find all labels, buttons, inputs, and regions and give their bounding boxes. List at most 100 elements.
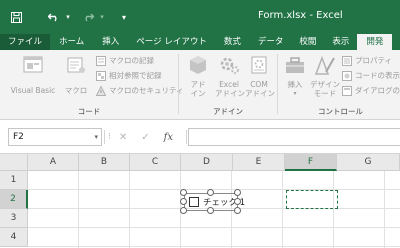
design-mode-icon [314, 55, 335, 75]
com-addin-label-line1: COM [250, 80, 268, 89]
resize-handle-right[interactable] [234, 198, 241, 205]
run-dialog-icon [342, 85, 352, 96]
tab-view[interactable]: 表示 [324, 34, 357, 50]
title-bar: ▾ ▾ ▾ Form.xlsx - Excel [0, 0, 400, 34]
view-code-button[interactable]: コードの表示 [342, 69, 400, 82]
save-icon [10, 11, 22, 23]
tab-developer[interactable]: 開発 [357, 34, 393, 50]
row-header-2[interactable]: 2 [0, 190, 28, 209]
save-button[interactable] [6, 7, 26, 27]
resize-handle-top-left[interactable] [180, 189, 187, 196]
redo-button[interactable] [78, 7, 98, 27]
formula-input[interactable] [188, 128, 400, 146]
column-header-g[interactable]: G [337, 154, 400, 171]
undo-button[interactable] [44, 7, 64, 27]
design-mode-label-line1: デザイン [310, 80, 340, 89]
group-code-label: コード [77, 107, 101, 116]
relative-reference-button[interactable]: 相対参照で記録 [96, 69, 162, 82]
excel-addin-label-line2: アドイン [215, 89, 245, 98]
column-header-e[interactable]: E [233, 154, 285, 171]
undo-icon [48, 13, 57, 22]
column-header-d[interactable]: D [181, 154, 233, 171]
excel-addin-button[interactable]: Excel アドイン [215, 54, 245, 98]
run-dialog-label: ダイアログの実 [355, 86, 400, 95]
tab-file[interactable]: ファイル [0, 34, 51, 50]
properties-button[interactable]: プロパティ [342, 54, 392, 67]
formula-more-icon: ⁝ [108, 132, 111, 142]
relative-reference-icon [96, 70, 106, 81]
tab-formulas[interactable]: 数式 [215, 34, 250, 50]
tab-review[interactable]: 校閲 [291, 34, 324, 50]
column-header-c[interactable]: C [130, 154, 181, 171]
record-macro-label: マクロの記録 [109, 56, 154, 65]
design-mode-label-line2: モード [313, 89, 337, 98]
record-macro-button[interactable]: マクロの記録 [96, 54, 154, 67]
warning-icon [96, 85, 106, 96]
macro-button[interactable]: マクロ [62, 54, 90, 95]
quick-access-toolbar: ▾ ▾ ▾ [0, 0, 134, 34]
row-header-3[interactable]: 3 [0, 209, 28, 228]
record-macro-icon [96, 55, 106, 66]
checkbox-square[interactable] [189, 197, 199, 207]
com-addin-button[interactable]: COM アドイン [245, 54, 275, 98]
insert-control-button[interactable]: 挿入 ▾ [282, 54, 308, 98]
visual-basic-label: Visual Basic [10, 86, 56, 95]
group-code: Visual Basic マクロ マクロの記録 相対参照で記録 マクロのセキュリ… [0, 50, 184, 120]
redo-icon [85, 13, 94, 22]
com-addin-label-line2: アドイン [245, 89, 275, 98]
tab-page-layout[interactable]: ページ レイアウト [128, 34, 215, 50]
name-box[interactable]: F2 ▾ [8, 128, 102, 146]
formula-bar-separator [104, 130, 105, 144]
tab-home[interactable]: ホーム [50, 34, 93, 50]
resize-handle-bottom[interactable] [207, 207, 214, 214]
design-mode-button[interactable]: デザイン モード [310, 54, 340, 98]
run-dialog-button[interactable]: ダイアログの実 [342, 84, 400, 97]
resize-handle-bottom-left[interactable] [180, 207, 187, 214]
undo-dropdown-icon[interactable]: ▾ [64, 7, 72, 27]
addin-label-line1: アド [190, 80, 206, 89]
view-code-icon [342, 70, 352, 81]
addin-label-line2: イン [190, 89, 206, 98]
insert-control-label: 挿入 [287, 80, 303, 89]
formula-buttons: ⁝ ✕ ✓ fx [106, 128, 173, 146]
view-code-label: コードの表示 [355, 71, 400, 80]
toolbox-icon [286, 57, 304, 73]
tab-insert[interactable]: 挿入 [93, 34, 128, 50]
window-title: Form.xlsx - Excel [258, 10, 343, 21]
tab-data[interactable]: データ [250, 34, 292, 50]
resize-handle-bottom-right[interactable] [234, 207, 241, 214]
column-header-a[interactable]: A [28, 154, 79, 171]
excel-addin-label-line1: Excel [219, 80, 239, 89]
visual-basic-button[interactable]: Visual Basic [10, 54, 56, 95]
resize-handle-top[interactable] [207, 189, 214, 196]
group-addins: アド イン Excel アドイン COM アドイン アドイン [179, 50, 277, 120]
ribbon-tabs: ファイル ホーム 挿入 ページ レイアウト 数式 データ 校閲 表示 開発 [0, 34, 400, 50]
relative-reference-label: 相対参照で記録 [109, 71, 162, 80]
addin-icon [190, 56, 206, 74]
cancel-icon[interactable]: ✕ [119, 132, 127, 143]
column-header-b[interactable]: B [79, 154, 130, 171]
group-controls: 挿入 ▾ デザイン モード プロパティ コードの表示 ダイアログの実 コントロー… [278, 50, 400, 120]
macro-label: マクロ [64, 86, 88, 95]
macro-security-button[interactable]: マクロのセキュリティ [96, 84, 184, 97]
macro-security-label: マクロのセキュリティ [109, 86, 184, 95]
row-header-1[interactable]: 1 [0, 171, 28, 190]
enter-icon[interactable]: ✓ [141, 132, 149, 143]
addin-button[interactable]: アド イン [185, 54, 211, 98]
redo-dropdown-icon[interactable]: ▾ [98, 7, 106, 27]
insert-control-dropdown-icon: ▾ [293, 90, 297, 97]
resize-handle-left[interactable] [180, 198, 187, 205]
properties-label: プロパティ [355, 56, 393, 65]
excel-addin-gear-icon [220, 57, 239, 74]
name-box-dropdown-icon[interactable]: ▾ [94, 129, 98, 145]
active-cell-f2[interactable] [286, 190, 338, 209]
select-all-button[interactable] [0, 154, 28, 171]
properties-icon [342, 55, 352, 66]
column-header-f[interactable]: F [285, 154, 337, 171]
group-controls-label: コントロール [318, 107, 363, 116]
group-addins-label: アドイン [213, 107, 243, 116]
insert-function-icon[interactable]: fx [164, 132, 173, 143]
row-header-4[interactable]: 4 [0, 228, 28, 247]
resize-handle-top-right[interactable] [234, 189, 241, 196]
customize-qat-button[interactable]: ▾ [114, 7, 134, 27]
